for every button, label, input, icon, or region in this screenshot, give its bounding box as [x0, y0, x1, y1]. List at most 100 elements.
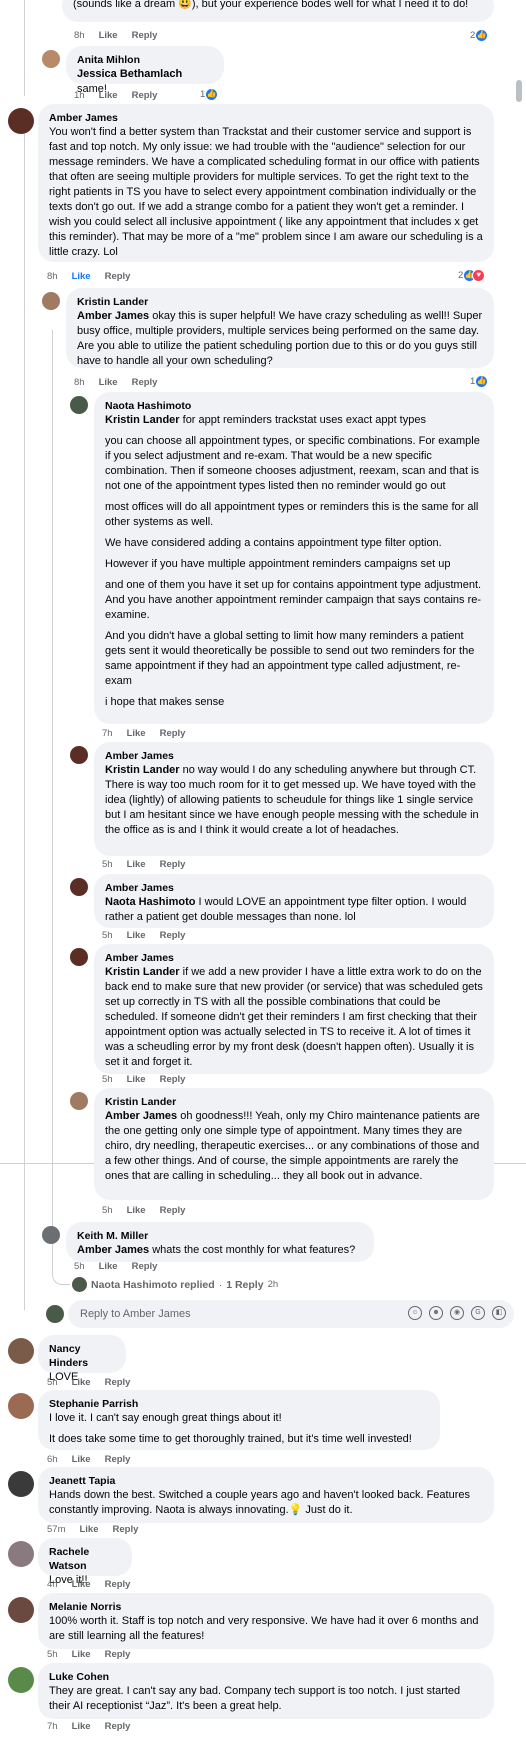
avatar[interactable]: [8, 1471, 34, 1497]
comment-time[interactable]: 8h: [74, 30, 85, 41]
comment-time[interactable]: 5h: [74, 1261, 85, 1272]
mention-link[interactable]: Amber James: [77, 310, 149, 322]
reply-button[interactable]: Reply: [113, 1524, 139, 1535]
avatar[interactable]: [8, 1541, 34, 1567]
view-replies-link[interactable]: Naota Hashimoto replied · 1 Reply 2h: [72, 1277, 278, 1292]
avatar[interactable]: [42, 1226, 60, 1244]
comment-time[interactable]: 5h: [102, 930, 113, 941]
comment-author[interactable]: Amber James: [49, 111, 483, 125]
like-button[interactable]: Like: [72, 1377, 91, 1388]
reply-button[interactable]: Reply: [160, 859, 186, 870]
avatar[interactable]: [70, 396, 88, 414]
sticker-icon[interactable]: ◧: [492, 1306, 506, 1320]
reply-button[interactable]: Reply: [160, 930, 186, 941]
reply-button[interactable]: Reply: [132, 30, 158, 41]
like-button[interactable]: Like: [127, 930, 146, 941]
comment-author[interactable]: Kristin Lander: [77, 295, 483, 309]
reply-button[interactable]: Reply: [105, 1454, 131, 1465]
emoji-icon[interactable]: ☻: [429, 1306, 443, 1320]
avatar-sticker-icon[interactable]: ☺: [408, 1306, 422, 1320]
comment-time[interactable]: 5h: [47, 1377, 58, 1388]
comment-author[interactable]: Naota Hashimoto: [105, 399, 483, 413]
comment-author[interactable]: Stephanie Parrish: [49, 1397, 429, 1411]
reaction-count[interactable]: 1 👍: [200, 88, 219, 101]
avatar[interactable]: [42, 292, 60, 310]
like-button[interactable]: Like: [127, 1074, 146, 1085]
avatar[interactable]: [8, 1667, 34, 1693]
avatar[interactable]: [70, 746, 88, 764]
comment-time[interactable]: 7h: [47, 1721, 58, 1732]
like-button[interactable]: Like: [72, 271, 91, 282]
like-button[interactable]: Like: [127, 728, 146, 739]
like-button[interactable]: Like: [72, 1579, 91, 1590]
avatar[interactable]: [42, 50, 60, 68]
avatar[interactable]: [70, 878, 88, 896]
like-button[interactable]: Like: [127, 859, 146, 870]
mention-link[interactable]: Jessica Bethamlach: [77, 68, 182, 80]
comment-author[interactable]: Rachele Watson: [49, 1545, 121, 1573]
comment-time[interactable]: 6h: [47, 1454, 58, 1465]
comment-time[interactable]: 5h: [47, 1649, 58, 1660]
comment-author[interactable]: Amber James: [105, 749, 483, 763]
mention-link[interactable]: Kristin Lander: [105, 966, 180, 978]
mention-link[interactable]: Kristin Lander: [105, 764, 180, 776]
comment-author[interactable]: Keith M. Miller: [77, 1229, 363, 1243]
reply-input[interactable]: Reply to Amber James ☺ ☻ ◉ G ◧: [68, 1300, 514, 1328]
avatar[interactable]: [8, 108, 34, 134]
reaction-count[interactable]: 2 👍: [470, 29, 489, 42]
like-button[interactable]: Like: [99, 30, 118, 41]
reply-button[interactable]: Reply: [132, 377, 158, 388]
like-button[interactable]: Like: [72, 1649, 91, 1660]
like-button[interactable]: Like: [79, 1524, 98, 1535]
like-button[interactable]: Like: [99, 90, 118, 101]
comment-time[interactable]: 5h: [102, 859, 113, 870]
comment-author[interactable]: Amber James: [105, 881, 483, 895]
comment-time[interactable]: 4h: [47, 1579, 58, 1590]
reply-button[interactable]: Reply: [105, 1649, 131, 1660]
reply-button[interactable]: Reply: [132, 1261, 158, 1272]
like-button[interactable]: Like: [99, 1261, 118, 1272]
camera-icon[interactable]: ◉: [450, 1306, 464, 1320]
mention-link[interactable]: Amber James: [105, 1110, 177, 1122]
reply-button[interactable]: Reply: [132, 90, 158, 101]
reply-button[interactable]: Reply: [105, 271, 131, 282]
comment-time[interactable]: 7h: [102, 728, 113, 739]
comment-actions: 5h Like Reply: [102, 859, 185, 870]
comment-time[interactable]: 1h: [74, 90, 85, 101]
comment-author[interactable]: Amber James: [105, 951, 483, 965]
like-button[interactable]: Like: [72, 1721, 91, 1732]
avatar[interactable]: [70, 948, 88, 966]
mention-link[interactable]: Kristin Lander: [105, 414, 180, 426]
avatar[interactable]: [8, 1597, 34, 1623]
reaction-count[interactable]: 1 👍: [470, 375, 489, 388]
reaction-count[interactable]: 2 👍 ♥: [458, 269, 486, 282]
avatar[interactable]: [70, 1092, 88, 1110]
avatar[interactable]: [8, 1393, 34, 1419]
comment-time[interactable]: 8h: [74, 377, 85, 388]
like-button[interactable]: Like: [99, 377, 118, 388]
comment-time[interactable]: 5h: [102, 1205, 113, 1216]
comment-author[interactable]: Nancy Hinders: [49, 1342, 115, 1370]
comment-time[interactable]: 57m: [47, 1524, 65, 1535]
mention-link[interactable]: Amber James: [77, 1244, 149, 1256]
reply-button[interactable]: Reply: [105, 1579, 131, 1590]
comment-time[interactable]: 5h: [102, 1074, 113, 1085]
scrollbar[interactable]: [514, 0, 526, 1750]
scrollbar-thumb[interactable]: [516, 80, 522, 102]
reply-button[interactable]: Reply: [105, 1721, 131, 1732]
avatar[interactable]: [8, 1338, 34, 1364]
reply-button[interactable]: Reply: [105, 1377, 131, 1388]
like-button[interactable]: Like: [72, 1454, 91, 1465]
comment-author[interactable]: Kristin Lander: [105, 1095, 483, 1109]
reply-button[interactable]: Reply: [160, 1205, 186, 1216]
comment-author[interactable]: Melanie Norris: [49, 1600, 483, 1614]
comment-author[interactable]: Luke Cohen: [49, 1670, 483, 1684]
gif-icon[interactable]: G: [471, 1306, 485, 1320]
mention-link[interactable]: Naota Hashimoto: [105, 896, 195, 908]
reply-button[interactable]: Reply: [160, 1074, 186, 1085]
like-button[interactable]: Like: [127, 1205, 146, 1216]
comment-author[interactable]: Anita Mihlon: [77, 53, 213, 67]
comment-time[interactable]: 8h: [47, 271, 58, 282]
comment-author[interactable]: Jeanett Tapia: [49, 1474, 483, 1488]
reply-button[interactable]: Reply: [160, 728, 186, 739]
